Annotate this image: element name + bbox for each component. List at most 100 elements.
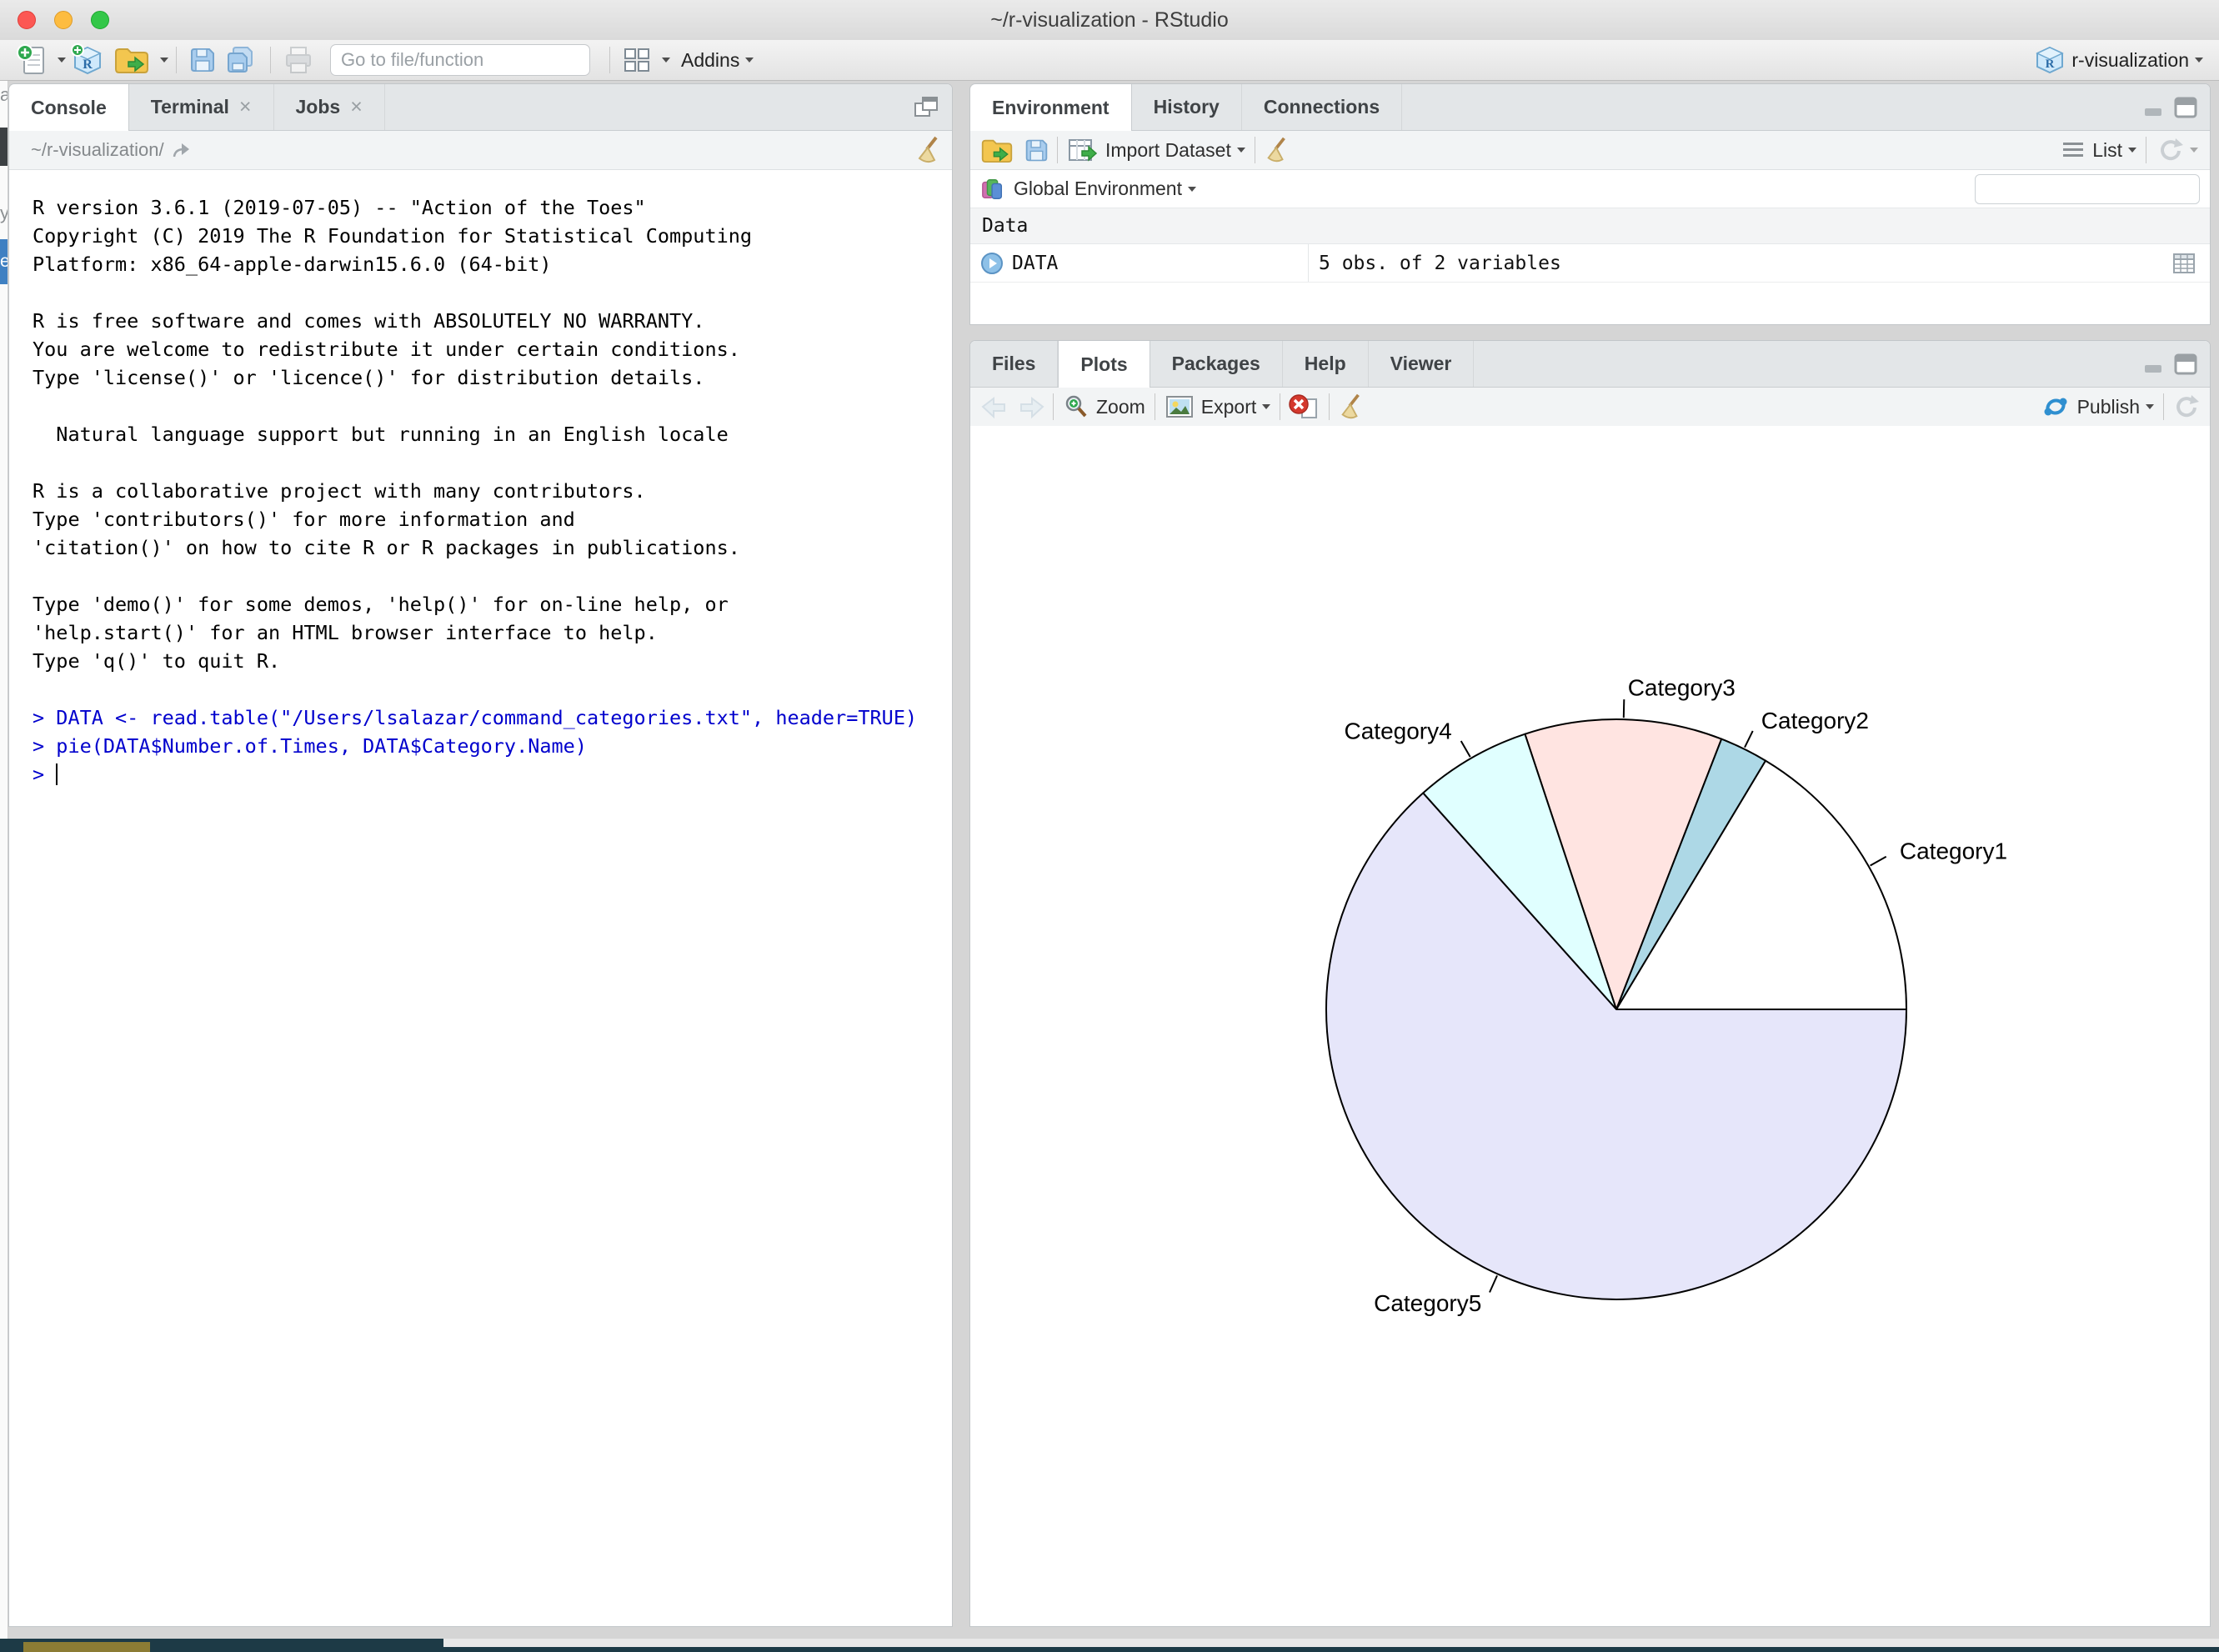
plots-tabstrip: Files Plots Packages Help Viewer xyxy=(970,341,2210,388)
data-section-header-label: Data xyxy=(982,215,1028,237)
goto-file-function-input[interactable] xyxy=(339,48,583,72)
project-dropdown-caret xyxy=(2195,58,2203,63)
import-dataset-button[interactable]: Import Dataset xyxy=(1065,133,1247,168)
console-line: > xyxy=(33,760,952,788)
new-file-dropdown-caret[interactable] xyxy=(58,58,66,63)
tab-console-label: Console xyxy=(31,97,107,119)
tab-plots[interactable]: Plots xyxy=(1058,341,1150,388)
toolbar-separator xyxy=(609,47,610,73)
minimize-pane-icon[interactable] xyxy=(2143,353,2165,375)
view-data-grid-icon[interactable] xyxy=(2171,252,2196,275)
environment-pane: Environment History Connections Import D… xyxy=(969,83,2211,325)
load-workspace-folder-icon[interactable] xyxy=(980,137,1014,164)
remove-plot-icon[interactable] xyxy=(1288,393,1321,421)
tab-history[interactable]: History xyxy=(1132,84,1242,130)
project-label: r-visualization xyxy=(2071,49,2189,72)
tab-connections[interactable]: Connections xyxy=(1242,84,1402,130)
refresh-environment-button[interactable] xyxy=(2154,133,2200,168)
tab-help[interactable]: Help xyxy=(1283,341,1369,387)
console-line xyxy=(33,562,952,590)
tab-console[interactable]: Console xyxy=(9,84,129,131)
list-view-caret xyxy=(2128,148,2136,153)
environment-scope-row: Global Environment xyxy=(970,170,2210,208)
project-menu-button[interactable]: R r-visualization xyxy=(2031,43,2207,78)
publish-plot-button[interactable]: Publish xyxy=(2039,389,2156,424)
background-text-fragment: y xyxy=(0,203,8,224)
console-line xyxy=(33,675,952,703)
tab-files-label: Files xyxy=(992,353,1035,375)
save-button[interactable] xyxy=(184,43,221,78)
tab-files[interactable]: Files xyxy=(970,341,1058,387)
expand-object-icon[interactable] xyxy=(980,252,1004,275)
refresh-caret xyxy=(2190,148,2198,153)
addins-button[interactable]: Addins xyxy=(670,43,758,78)
environment-search-box[interactable] xyxy=(1975,174,2200,204)
tab-terminal[interactable]: Terminal × xyxy=(129,84,274,130)
refresh-plot-icon[interactable] xyxy=(2171,393,2200,420)
tab-jobs[interactable]: Jobs × xyxy=(274,84,385,130)
tab-viewer[interactable]: Viewer xyxy=(1369,341,1475,387)
maximize-pane-icon[interactable] xyxy=(912,94,940,121)
close-icon[interactable]: × xyxy=(239,97,252,118)
open-in-new-window-icon[interactable] xyxy=(171,140,193,160)
pane-grid-icon xyxy=(622,46,652,74)
save-workspace-icon[interactable] xyxy=(1024,138,1049,163)
pane-layout-dropdown-caret[interactable] xyxy=(662,58,670,63)
zoom-magnifier-icon xyxy=(1063,393,1089,420)
tab-environment-label: Environment xyxy=(992,97,1110,119)
console-line: Type 'contributors()' for more informati… xyxy=(33,505,952,533)
console-line: 'citation()' on how to cite R or R packa… xyxy=(33,533,952,562)
save-all-button[interactable] xyxy=(221,43,263,78)
print-button[interactable] xyxy=(278,43,318,78)
new-project-icon: R xyxy=(70,43,105,78)
new-project-button[interactable]: R xyxy=(66,43,109,78)
environment-scope-caret[interactable] xyxy=(1188,187,1196,192)
export-image-icon xyxy=(1165,394,1195,419)
svg-text:R: R xyxy=(2046,58,2055,71)
tab-environment[interactable]: Environment xyxy=(970,84,1132,131)
export-plot-button[interactable]: Export xyxy=(1163,389,1272,424)
environment-scope-label[interactable]: Global Environment xyxy=(1014,178,1182,200)
plot-canvas[interactable]: Category1Category2Category3Category4Cate… xyxy=(970,426,2210,1626)
new-file-button[interactable] xyxy=(12,43,52,78)
environment-object-row[interactable]: DATA 5 obs. of 2 variables xyxy=(970,244,2210,283)
goto-file-function-box[interactable] xyxy=(330,44,590,76)
previous-plot-icon[interactable] xyxy=(980,394,1009,419)
maximize-pane-icon[interactable] xyxy=(2173,96,2198,119)
open-file-button[interactable] xyxy=(109,43,154,78)
zoom-plot-button[interactable]: Zoom xyxy=(1061,389,1147,424)
tab-packages-label: Packages xyxy=(1172,353,1260,375)
addins-dropdown-caret xyxy=(745,58,754,63)
plots-pane: Files Plots Packages Help Viewer xyxy=(969,340,2211,1627)
background-window-edge: a y e xyxy=(0,81,8,1639)
pane-layout-button[interactable] xyxy=(618,43,656,78)
environment-search-input[interactable] xyxy=(1982,178,2211,200)
maximize-pane-icon[interactable] xyxy=(2173,353,2198,376)
environment-toolbar: Import Dataset List xyxy=(970,131,2210,170)
window-title: ~/r-visualization - RStudio xyxy=(0,0,2219,40)
background-text-fragment xyxy=(0,128,8,166)
console-toolbar: ~/r-visualization/ xyxy=(9,131,952,170)
tab-connections-label: Connections xyxy=(1264,96,1380,118)
console-line xyxy=(33,278,952,307)
main-toolbar: R Addins R r-visualiz xyxy=(0,40,2219,81)
object-value: 5 obs. of 2 variables xyxy=(1309,253,2171,274)
console-line: R version 3.6.1 (2019-07-05) -- "Action … xyxy=(33,193,952,222)
close-icon[interactable]: × xyxy=(350,97,363,118)
console-output[interactable]: R version 3.6.1 (2019-07-05) -- "Action … xyxy=(9,170,952,788)
console-line: Type 'license()' or 'licence()' for dist… xyxy=(33,363,952,392)
clear-all-plots-broom-icon[interactable] xyxy=(1337,393,1364,421)
clear-environment-broom-icon[interactable] xyxy=(1263,136,1290,164)
pie-label-tick xyxy=(1461,741,1470,757)
next-plot-icon[interactable] xyxy=(1017,394,1045,419)
toolbar-separator xyxy=(1329,393,1330,420)
clear-console-broom-icon[interactable] xyxy=(914,135,942,165)
minimize-pane-icon[interactable] xyxy=(2143,97,2165,118)
background-window-fragment xyxy=(23,1642,150,1652)
toolbar-separator xyxy=(270,47,271,73)
rstudio-window: ~/r-visualization - RStudio R xyxy=(0,0,2219,1652)
tab-help-label: Help xyxy=(1305,353,1346,375)
tab-packages[interactable]: Packages xyxy=(1150,341,1283,387)
list-view-button[interactable]: List xyxy=(2059,133,2138,168)
open-recent-dropdown-caret[interactable] xyxy=(160,58,168,63)
